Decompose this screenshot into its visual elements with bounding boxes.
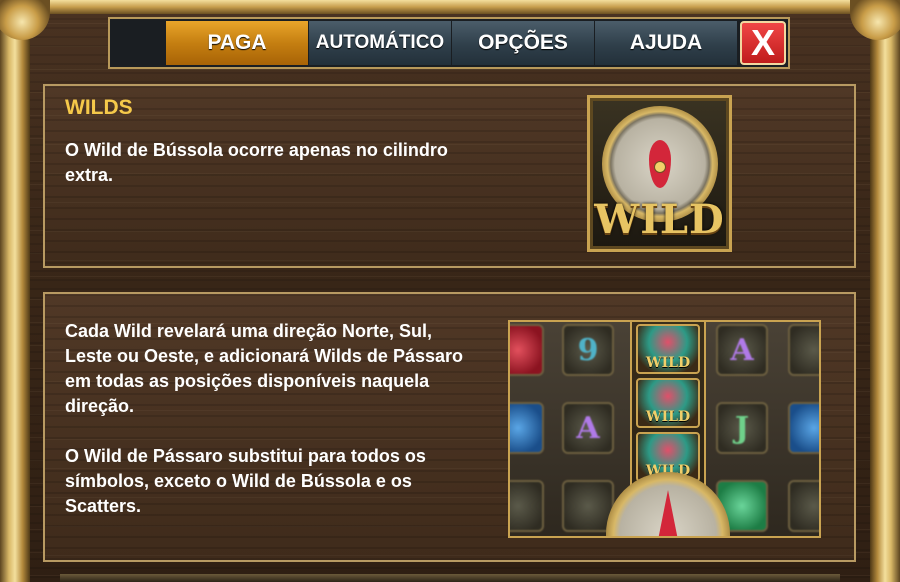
frame-top	[0, 0, 900, 14]
frame-corner-left	[0, 0, 50, 40]
frame-corner-right	[850, 0, 900, 40]
wild-word: WILD	[594, 196, 725, 243]
compass-wild-icon: WILD	[587, 95, 732, 252]
tab-opcoes[interactable]: OPÇÕES	[452, 21, 595, 65]
blue-gem-symbol	[788, 402, 819, 454]
wilds-panel: WILDS O Wild de Bússola ocorre apenas no…	[43, 84, 856, 268]
bird-wild-symbol: WILD	[636, 378, 700, 428]
rules-panel: Cada Wild revelará uma direção Norte, Su…	[43, 292, 856, 562]
tab-automatico[interactable]: AUTOMÁTICO	[309, 21, 452, 65]
bottom-bar	[60, 574, 840, 582]
j-symbol: J	[716, 402, 768, 454]
tab-paga[interactable]: PAGA	[166, 21, 309, 65]
compass-needle-pivot	[654, 161, 666, 173]
close-icon: X	[750, 22, 775, 63]
nine-symbol: 9	[562, 324, 614, 376]
compass-needle	[658, 490, 678, 536]
direction-rule-text: Cada Wild revelará uma direção Norte, Su…	[65, 321, 463, 416]
reel-example-image: 9 A WILD WILD WILD A J	[508, 320, 821, 538]
bird-wild-rule-text: O Wild de Pássaro substitui para todos o…	[65, 446, 426, 516]
tab-bar: PAGA AUTOMÁTICO OPÇÕES AJUDA X	[108, 17, 790, 69]
section-heading: WILDS	[65, 96, 133, 119]
blurred-symbol	[788, 480, 819, 532]
a-symbol: A	[562, 402, 614, 454]
close-button[interactable]: X	[740, 21, 786, 65]
frame-right	[870, 0, 900, 582]
compass-icon	[606, 472, 730, 536]
blurred-symbol	[788, 324, 819, 376]
tab-ajuda[interactable]: AJUDA	[595, 21, 738, 65]
frame-left	[0, 0, 30, 582]
red-gem-symbol	[510, 324, 544, 376]
a-symbol: A	[716, 324, 768, 376]
blue-gem-symbol	[510, 402, 544, 454]
bird-wild-label: WILD	[645, 409, 691, 425]
compass-wild-description: O Wild de Bússola ocorre apenas no cilin…	[65, 140, 448, 185]
bird-wild-symbol: WILD	[636, 324, 700, 374]
bird-wild-reel: WILD WILD WILD	[630, 322, 706, 492]
bird-wild-label: WILD	[645, 355, 691, 371]
blurred-symbol	[510, 480, 544, 532]
